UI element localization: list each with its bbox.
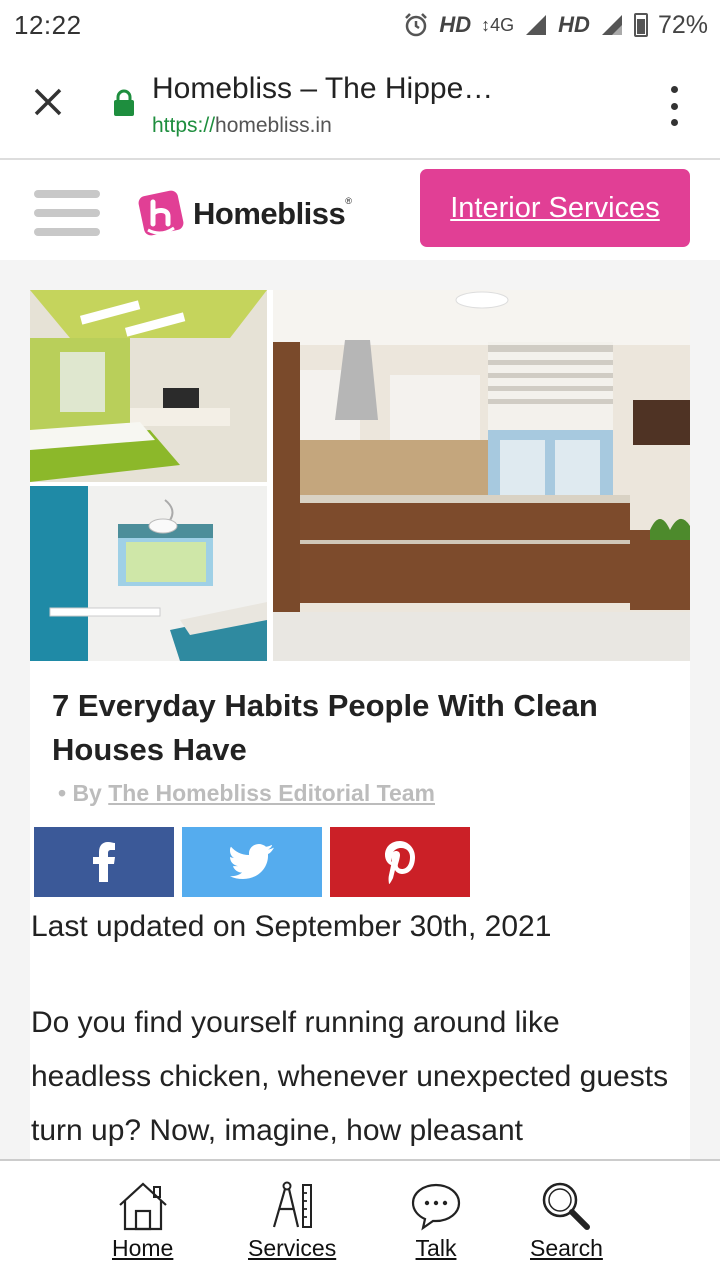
pinterest-share-button[interactable] [330,827,470,897]
browser-toolbar: Homebliss – The Hippe… https://homebliss… [0,50,720,160]
close-icon[interactable] [28,82,68,122]
trademark-mark: ® [345,196,352,206]
alarm-icon [405,13,428,37]
network-type: ↕4G [481,14,515,35]
pinterest-icon [385,841,415,884]
home-icon [118,1182,167,1231]
twitter-icon [230,844,274,879]
tools-icon [273,1181,313,1228]
url-host: homebliss.in [215,114,332,137]
facebook-share-button[interactable] [34,827,174,897]
network-label-2: HD [558,12,590,37]
nav-talk[interactable]: Talk [409,1179,463,1262]
signal-icon [526,15,547,35]
status-time: 12:22 [14,9,82,40]
battery-level: 72% [657,10,708,39]
nav-home-label: Home [112,1235,174,1261]
lock-icon [114,89,134,116]
site-header: Homebliss® Interior Services [0,162,720,260]
article-hero-image[interactable] [30,290,690,661]
last-updated-text: Last updated on September 30th, 2021 [31,910,552,943]
article-title[interactable]: 7 Everyday Habits People With Clean Hous… [52,684,652,772]
facebook-icon [93,842,115,882]
homebliss-logo-icon[interactable] [136,190,186,240]
status-icons: HD ↕4G HD 72% [403,11,708,40]
author-link[interactable]: The Homebliss Editorial Team [108,780,435,806]
network-label-1: HD [439,12,472,37]
battery-icon [633,13,648,37]
twitter-share-button[interactable] [182,827,322,897]
nav-search-label: Search [530,1235,603,1261]
article-body: Do you find yourself running around like… [31,1006,669,1147]
nav-services[interactable]: Services [248,1179,336,1262]
chat-icon [411,1183,461,1231]
logo-name: Homebliss [193,196,346,231]
nav-services-label: Services [248,1235,337,1261]
menu-icon[interactable] [34,190,100,236]
page-title[interactable]: Homebliss – The Hippe… [152,72,493,106]
page-url[interactable]: https://homebliss.in [152,114,332,138]
network-type-label: 4G [490,14,515,35]
article-byline: • By The Homebliss Editorial Team [58,780,435,807]
bottom-nav: Home Services Talk Search [0,1159,720,1280]
search-icon [543,1182,591,1230]
interior-services-button[interactable]: Interior Services [420,169,690,247]
nav-search[interactable]: Search [530,1179,603,1262]
url-scheme: https:// [152,114,216,137]
logo-text[interactable]: Homebliss® [193,196,352,232]
signal-icon-2 [601,15,622,35]
nav-talk-label: Talk [415,1235,457,1261]
more-options-icon[interactable] [662,86,686,126]
status-bar: 12:22 HD ↕4G HD 72% [0,0,720,50]
nav-home[interactable]: Home [112,1179,173,1262]
byline-prefix: • By [58,780,102,806]
